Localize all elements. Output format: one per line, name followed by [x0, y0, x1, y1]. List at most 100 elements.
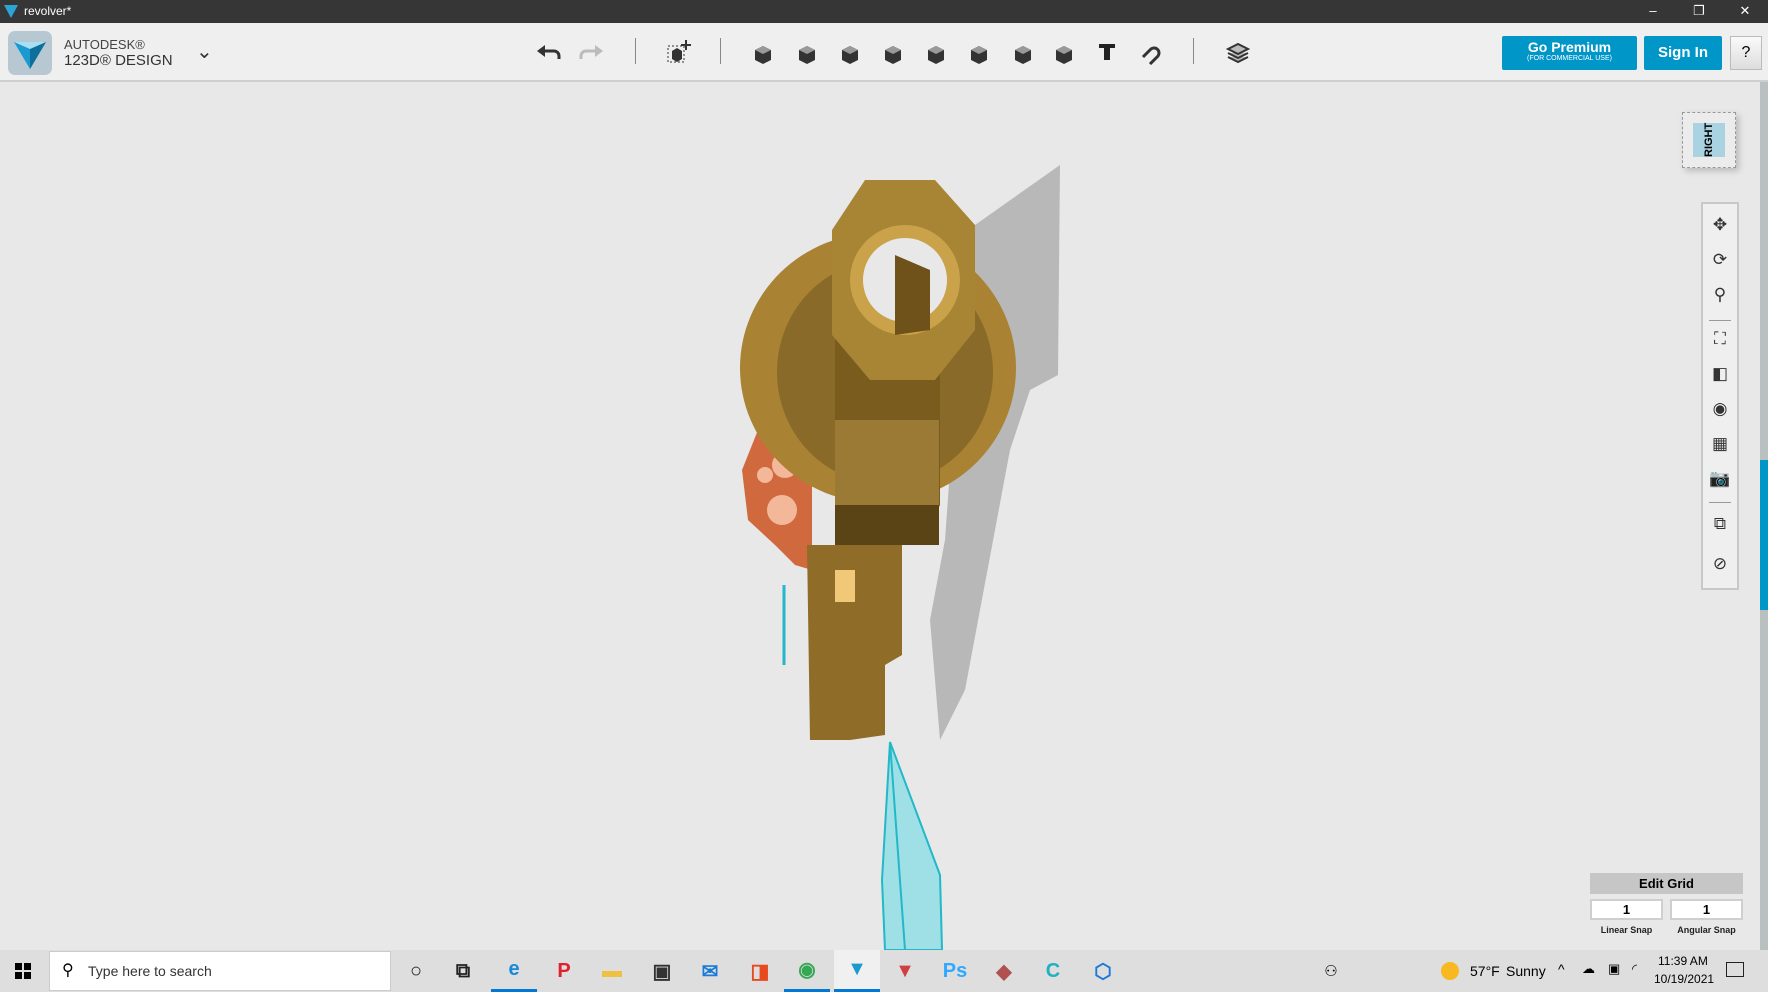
- nav-divider: [1709, 320, 1731, 321]
- modify-button[interactable]: [875, 34, 911, 70]
- pinterest-icon: P: [557, 959, 571, 982]
- transform-button[interactable]: [660, 34, 696, 70]
- go-premium-button[interactable]: Go Premium (FOR COMMERCIAL USE): [1502, 36, 1637, 70]
- onedrive-icon[interactable]: ☁: [1582, 961, 1595, 977]
- weather-text[interactable]: Sunny: [1506, 963, 1546, 979]
- tray-chevron-icon[interactable]: ^: [1558, 961, 1565, 977]
- zoom-icon: ⚲: [1713, 285, 1727, 304]
- mail-taskbar-button[interactable]: ✉: [687, 950, 733, 992]
- redo-button[interactable]: [573, 34, 609, 70]
- file-explorer-icon: ▬: [602, 959, 622, 982]
- undo-button[interactable]: [531, 34, 567, 70]
- app-logo[interactable]: [8, 31, 52, 75]
- close-button[interactable]: ✕: [1722, 0, 1768, 23]
- snap-button[interactable]: [1132, 34, 1168, 70]
- primitives-button[interactable]: [745, 34, 781, 70]
- edge-taskbar-button[interactable]: e: [491, 950, 537, 992]
- weather-temp[interactable]: 57°F: [1470, 963, 1500, 979]
- app-menu-chevron[interactable]: ⌄: [196, 39, 213, 64]
- 123d-design-taskbar-button[interactable]: ▼: [834, 950, 880, 992]
- pattern-icon: [928, 46, 944, 64]
- pan-button[interactable]: ✥: [1703, 210, 1737, 240]
- orbit-button[interactable]: ⟳: [1703, 245, 1737, 275]
- measure-icon: [1056, 46, 1072, 64]
- pattern-button[interactable]: [918, 34, 954, 70]
- minimize-button[interactable]: –: [1630, 0, 1676, 23]
- file-explorer-taskbar-button[interactable]: ▬: [589, 950, 635, 992]
- task-view-icon: ⧉: [455, 959, 471, 982]
- sun-icon: [1441, 962, 1459, 980]
- office-icon: ◨: [750, 960, 770, 983]
- sketch-button[interactable]: [789, 34, 825, 70]
- grid-toggle-icon: ▦: [1711, 434, 1729, 453]
- taskbar-search[interactable]: ⚲ Type here to search: [49, 951, 391, 991]
- linear-snap-label: Linear Snap: [1600, 925, 1653, 935]
- view-cube-face: RIGHT: [1693, 123, 1725, 157]
- cortana-taskbar-button[interactable]: ○: [393, 950, 439, 992]
- people-icon[interactable]: ⚇: [1308, 950, 1354, 992]
- meet-icon[interactable]: ▣: [1608, 961, 1620, 977]
- view-cube[interactable]: RIGHT: [1682, 112, 1736, 168]
- main-toolbar: AUTODESK® 123D® DESIGN ⌄ Go Premium (FOR…: [0, 23, 1768, 82]
- clock-time[interactable]: 11:39 AM: [1658, 954, 1708, 968]
- camera-button[interactable]: 📷: [1703, 464, 1737, 494]
- photoshop-taskbar-button[interactable]: Ps: [932, 950, 978, 992]
- camera-icon: 📷: [1709, 469, 1731, 488]
- measure-button[interactable]: [1046, 34, 1082, 70]
- cyan-sketch: [880, 741, 944, 951]
- gem-app-taskbar-button[interactable]: ◆: [981, 950, 1027, 992]
- task-view-taskbar-button[interactable]: ⧉: [440, 950, 486, 992]
- snap-material-button[interactable]: ⧉: [1703, 509, 1737, 539]
- app-red-taskbar-button[interactable]: ▼: [882, 950, 928, 992]
- transform-icon: [667, 40, 691, 63]
- combine-button[interactable]: [1005, 34, 1041, 70]
- ccleaner-icon: C: [1045, 959, 1061, 982]
- ccleaner-taskbar-button[interactable]: C: [1030, 950, 1076, 992]
- side-panel-toggle[interactable]: [1760, 460, 1768, 610]
- materials-button[interactable]: [1219, 34, 1255, 70]
- fit-button[interactable]: ⛶: [1703, 324, 1737, 354]
- clock-date[interactable]: 10/19/2021: [1654, 972, 1714, 986]
- search-placeholder: Type here to search: [88, 963, 212, 979]
- linear-snap-input[interactable]: 1: [1590, 899, 1663, 920]
- go-premium-sublabel: (FOR COMMERCIAL USE): [1527, 55, 1612, 62]
- windows-icon: [15, 963, 31, 979]
- taskbar: ⚲ Type here to search ○ ⧉ e P ▬ ▣ ✉ ◨ ◉ ▼ ▼ Ps ◆ C ⬡ ⚇…: [0, 950, 1768, 992]
- sign-in-button[interactable]: Sign In: [1644, 36, 1722, 70]
- grid-toggle-button[interactable]: ▦: [1703, 429, 1737, 459]
- materials-icon: [1225, 42, 1250, 64]
- start-button[interactable]: [0, 950, 46, 992]
- maximize-button[interactable]: ❐: [1676, 0, 1722, 23]
- wifi-icon[interactable]: ◜: [1632, 961, 1637, 977]
- group-button[interactable]: [961, 34, 997, 70]
- views-button[interactable]: ◧: [1703, 359, 1737, 389]
- text-button[interactable]: [1089, 34, 1125, 70]
- sketch-icon: [799, 46, 815, 64]
- notifications-icon[interactable]: [1726, 962, 1744, 977]
- modify-icon: [885, 46, 901, 64]
- 3d-viewport[interactable]: [0, 82, 1760, 951]
- visibility-icon: ◉: [1712, 399, 1728, 418]
- help-button[interactable]: ?: [1730, 36, 1762, 70]
- angular-snap-label: Angular Snap: [1677, 925, 1736, 935]
- navigation-bar: ✥ ⟳ ⚲ ⛶ ◧ ◉ ▦ 📷 ⧉ ⊘: [1701, 202, 1739, 590]
- snap-material-icon: ⧉: [1713, 514, 1727, 533]
- chrome-taskbar-button[interactable]: ◉: [784, 950, 830, 992]
- angular-snap-input[interactable]: 1: [1670, 899, 1743, 920]
- pinterest-taskbar-button[interactable]: P: [541, 950, 587, 992]
- undo-icon: [537, 45, 561, 59]
- office-taskbar-button[interactable]: ◨: [737, 950, 783, 992]
- 3d-viewer-taskbar-button[interactable]: ⬡: [1080, 950, 1126, 992]
- visibility-button[interactable]: ◉: [1703, 394, 1737, 424]
- construct-button[interactable]: [832, 34, 868, 70]
- 123d-design-icon: ▼: [847, 958, 867, 980]
- snap-icon: [1141, 46, 1161, 65]
- zoom-button[interactable]: ⚲: [1703, 280, 1737, 310]
- revolver-model[interactable]: [0, 82, 1760, 951]
- edit-grid-button[interactable]: Edit Grid: [1590, 873, 1743, 894]
- app-red-icon: ▼: [895, 959, 915, 982]
- fit-icon: ⛶: [1714, 329, 1726, 348]
- hide-sketch-button[interactable]: ⊘: [1703, 549, 1737, 579]
- edge-icon: e: [508, 958, 520, 980]
- store-taskbar-button[interactable]: ▣: [639, 950, 685, 992]
